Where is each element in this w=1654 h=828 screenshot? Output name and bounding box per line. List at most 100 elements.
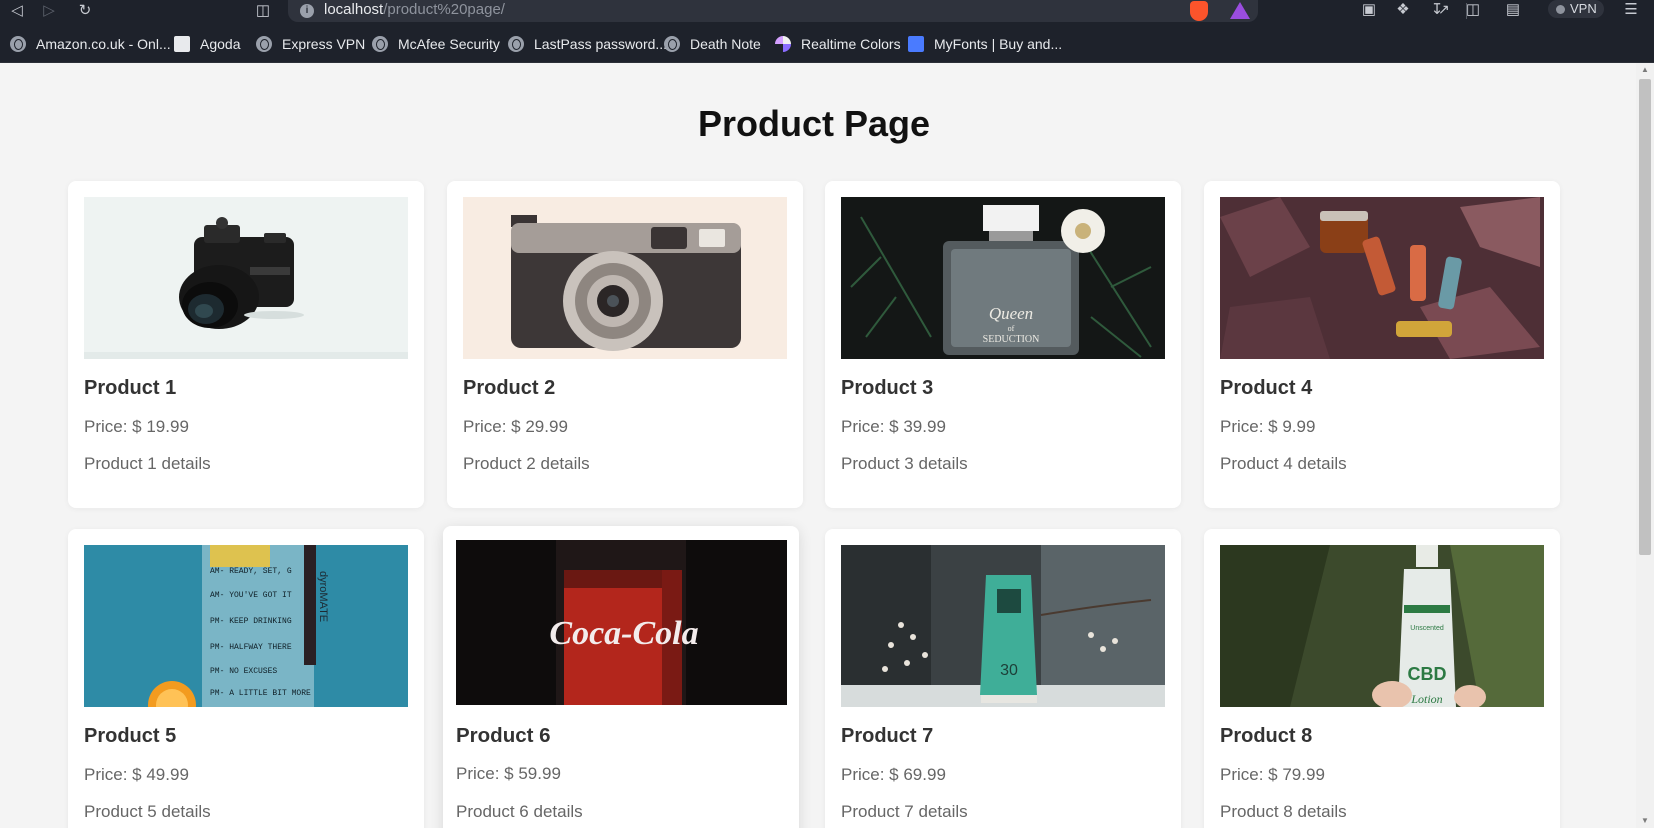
globe-icon xyxy=(508,36,524,52)
url-path: /product%20page/ xyxy=(383,1,505,18)
globe-icon xyxy=(664,36,680,52)
product-name: Product 1 xyxy=(84,377,177,399)
product-card[interactable]: Product 2 Price: $ 29.99 Product 2 detai… xyxy=(447,181,803,508)
lotion-mid: CBD xyxy=(1408,664,1447,684)
download-icon[interactable]: ↧ xyxy=(1426,0,1448,22)
bookmark-label: Express VPN xyxy=(282,36,366,52)
product-name: Product 6 xyxy=(456,724,551,747)
scroll-up-icon[interactable]: ▲ xyxy=(1636,63,1654,77)
vpn-status-icon xyxy=(1556,5,1565,14)
bottle-line: PM- HALFWAY THERE xyxy=(210,643,292,652)
bookmark-mcafee[interactable]: McAfee Security xyxy=(372,34,500,54)
product-price: Price: $ 79.99 xyxy=(1220,765,1325,784)
product-name: Product 2 xyxy=(463,377,556,399)
browser-toolbar: ◁ ▷ ↻ ◫ i localhost/product%20page/ ↗ ▣ … xyxy=(0,0,1654,24)
bookmark-label: Realtime Colors xyxy=(801,36,901,52)
reload-icon[interactable]: ↻ xyxy=(74,1,96,23)
product-price: Price: $ 9.99 xyxy=(1220,417,1316,436)
bookmark-label: McAfee Security xyxy=(398,36,500,52)
bookmark-death-note[interactable]: Death Note xyxy=(664,34,761,54)
product-details: Product 7 details xyxy=(841,802,968,821)
product-price: Price: $ 69.99 xyxy=(841,765,946,784)
bottle-line: PM- A LITTLE BIT MORE xyxy=(210,689,311,698)
product-card[interactable]: dyroMATE AM- READY, SET, G AM- YOU'VE GO… xyxy=(68,529,424,828)
tube-number: 30 xyxy=(1000,662,1018,679)
product-card[interactable]: Queen of SEDUCTION Product 3 Price: $ 39… xyxy=(825,181,1181,508)
bookmark-amazon[interactable]: Amazon.co.uk - Onl... xyxy=(10,34,171,54)
product-image[interactable]: dyroMATE AM- READY, SET, G AM- YOU'VE GO… xyxy=(84,545,408,707)
agoda-icon xyxy=(174,36,190,52)
myfonts-icon xyxy=(908,36,924,52)
product-name: Product 4 xyxy=(1220,377,1313,399)
back-icon[interactable]: ◁ xyxy=(6,1,28,23)
product-card[interactable]: Coca-Cola Product 6 Price: $ 59.99 Produ… xyxy=(443,526,799,828)
extensions-puzzle-icon[interactable]: ❖ xyxy=(1392,0,1414,22)
vpn-button[interactable]: VPN xyxy=(1548,0,1604,18)
product-image[interactable]: Queen of SEDUCTION xyxy=(841,197,1165,359)
vpn-label: VPN xyxy=(1570,1,1597,16)
bottle-line: AM- YOU'VE GOT IT xyxy=(210,591,292,600)
menu-icon[interactable]: ☰ xyxy=(1620,0,1642,22)
lotion-bottom: Lotion xyxy=(1410,692,1442,706)
forward-icon[interactable]: ▷ xyxy=(38,1,60,23)
product-price: Price: $ 29.99 xyxy=(463,417,568,436)
lotion-top: Unscented xyxy=(1410,625,1444,632)
sidebar-icon[interactable]: ◫ xyxy=(1462,0,1484,22)
bookmark-lastpass[interactable]: LastPass password... xyxy=(508,34,667,54)
bottle-brand: dyroMATE xyxy=(317,571,329,622)
product-card[interactable]: 30 Product 7 Price: $ 69.99 Product 7 de… xyxy=(825,529,1181,828)
product-details: Product 6 details xyxy=(456,802,583,821)
brave-rewards-icon[interactable] xyxy=(1230,2,1250,19)
product-details: Product 4 details xyxy=(1220,454,1347,473)
bookmark-realtime-colors[interactable]: Realtime Colors xyxy=(775,34,901,54)
product-image[interactable]: Unscented CBD Lotion xyxy=(1220,545,1544,707)
vertical-scrollbar[interactable]: ▲ ▼ xyxy=(1636,63,1654,828)
bookmark-label: Amazon.co.uk - Onl... xyxy=(36,36,171,52)
bookmark-myfonts[interactable]: MyFonts | Buy and... xyxy=(908,34,1062,54)
product-details: Product 2 details xyxy=(463,454,590,473)
product-details: Product 1 details xyxy=(84,454,211,473)
bottle-line: PM- KEEP DRINKING xyxy=(210,617,292,626)
product-image[interactable] xyxy=(84,197,408,359)
site-info-icon[interactable]: i xyxy=(300,4,314,18)
product-name: Product 3 xyxy=(841,377,934,399)
product-price: Price: $ 49.99 xyxy=(84,765,189,784)
bookmark-label: MyFonts | Buy and... xyxy=(934,36,1063,52)
bookmarks-bar: Amazon.co.uk - Onl... Agoda Express VPN … xyxy=(0,24,1654,63)
product-name: Product 8 xyxy=(1220,725,1313,747)
product-card[interactable]: Product 1 Price: $ 19.99 Product 1 detai… xyxy=(68,181,424,508)
product-card[interactable]: Product 4 Price: $ 9.99 Product 4 detail… xyxy=(1204,181,1560,508)
wallet-icon[interactable]: ▤ xyxy=(1502,0,1524,22)
globe-icon xyxy=(256,36,272,52)
product-price: Price: $ 39.99 xyxy=(841,417,946,436)
scroll-down-icon[interactable]: ▼ xyxy=(1636,814,1654,828)
product-name: Product 7 xyxy=(841,725,934,747)
extension-avatar-icon[interactable]: ▣ xyxy=(1358,0,1380,22)
bottle-line: PM- NO EXCUSES xyxy=(210,667,277,676)
url-text[interactable]: localhost/product%20page/ xyxy=(324,1,505,19)
perfume-label: Queen xyxy=(989,304,1033,323)
product-details: Product 5 details xyxy=(84,802,211,821)
bookmark-express-vpn[interactable]: Express VPN xyxy=(256,34,365,54)
product-image[interactable]: 30 xyxy=(841,545,1165,707)
product-image[interactable] xyxy=(1220,197,1544,359)
product-card[interactable]: Unscented CBD Lotion Product 8 Price: $ … xyxy=(1204,529,1560,828)
product-price: Price: $ 59.99 xyxy=(456,764,561,783)
bookmark-agoda[interactable]: Agoda xyxy=(174,34,240,54)
page-title: Product Page xyxy=(697,103,931,144)
bookmark-icon[interactable]: ◫ xyxy=(252,1,274,23)
brave-shields-icon[interactable] xyxy=(1190,1,1208,21)
product-details: Product 3 details xyxy=(841,454,968,473)
product-image[interactable] xyxy=(463,197,787,359)
bookmark-label: Agoda xyxy=(200,36,241,52)
perfume-sub: of xyxy=(1008,324,1015,333)
globe-icon xyxy=(372,36,388,52)
address-bar[interactable]: i localhost/product%20page/ ↗ xyxy=(288,0,1467,22)
page-viewport: Product Page Product 1 Price: $ 19.99 Pr… xyxy=(0,63,1636,828)
bottle-line: AM- READY, SET, G xyxy=(210,567,292,576)
bookmark-label: Death Note xyxy=(690,36,761,52)
scrollbar-thumb[interactable] xyxy=(1639,79,1651,555)
product-details: Product 8 details xyxy=(1220,802,1347,821)
product-image[interactable]: Coca-Cola xyxy=(456,540,787,705)
bookmark-label: LastPass password... xyxy=(534,36,668,52)
